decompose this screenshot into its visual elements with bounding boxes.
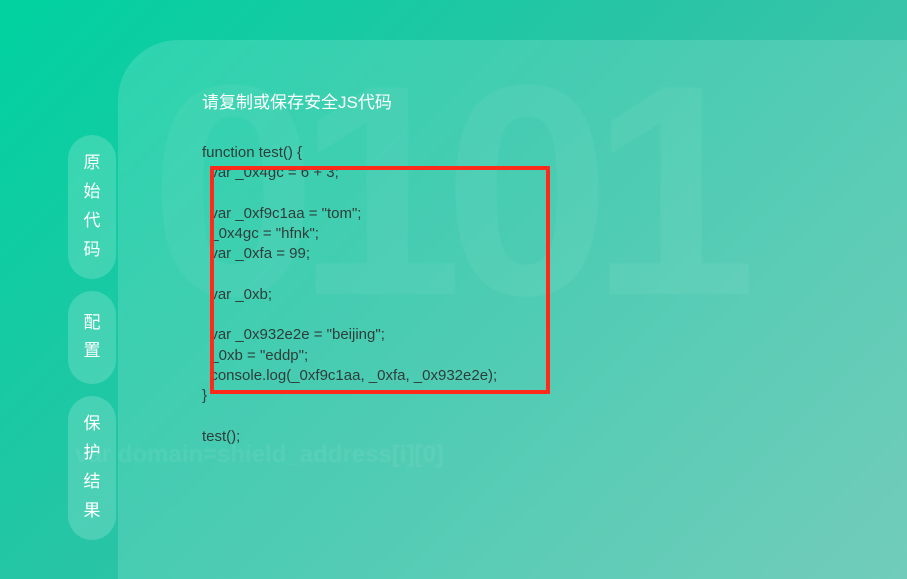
tab-label-char: 始 (84, 178, 101, 207)
result-panel: 请复制或保存安全JS代码 function test() { var _0x4g… (118, 40, 907, 579)
tab-config[interactable]: 配 置 (68, 291, 116, 385)
tab-label-char: 保 (84, 410, 101, 439)
tab-protect-result[interactable]: 保 护 结 果 (68, 396, 116, 540)
tab-label-char: 结 (84, 468, 101, 497)
protected-code-output[interactable]: function test() { var _0x4gc = 6 + 3; va… (202, 143, 847, 447)
tab-label-char: 果 (84, 497, 101, 526)
sidebar: 原 始 代 码 配 置 保 护 结 果 (68, 135, 118, 552)
tab-label-char: 置 (84, 337, 101, 366)
tab-label-char: 码 (84, 236, 101, 265)
tab-original-code[interactable]: 原 始 代 码 (68, 135, 116, 279)
tab-label-char: 护 (84, 439, 101, 468)
tab-label-char: 原 (84, 149, 101, 178)
tab-label-char: 配 (84, 309, 101, 338)
tab-label-char: 代 (84, 207, 101, 236)
panel-title: 请复制或保存安全JS代码 (202, 88, 847, 113)
